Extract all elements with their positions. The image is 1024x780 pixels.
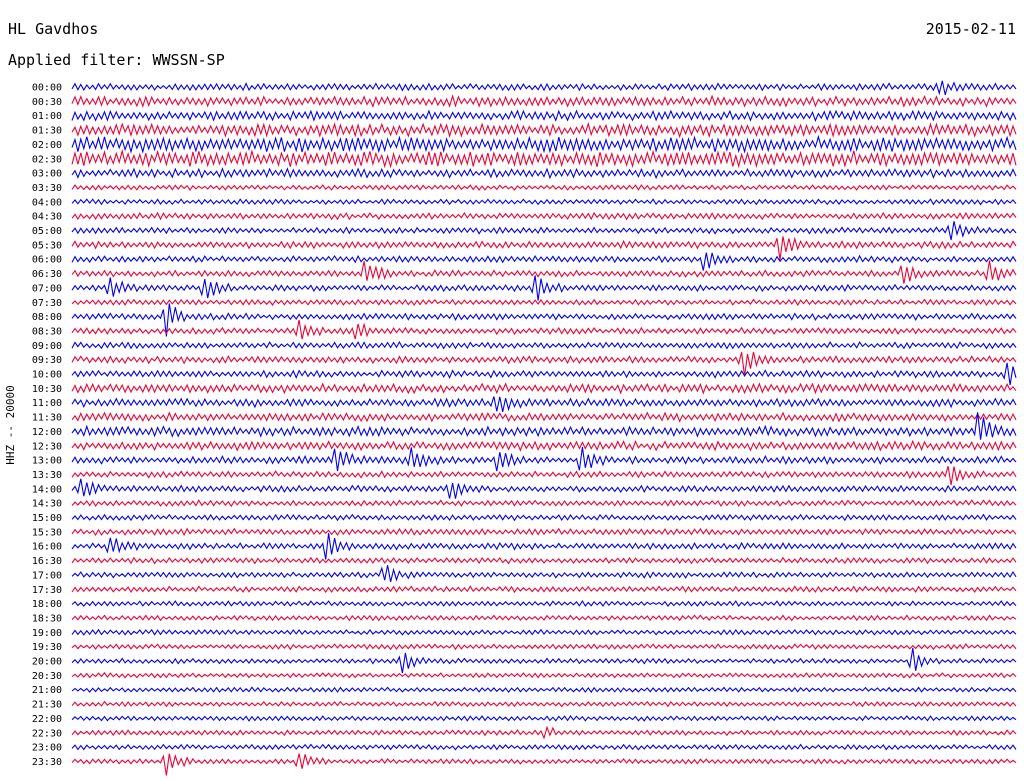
trace-line	[71, 628, 1017, 636]
row-label: 08:30	[32, 326, 62, 337]
y-axis-label-group: HHZ -- 20000	[4, 385, 17, 464]
row-label: 15:00	[32, 513, 62, 524]
trace-line	[71, 527, 1017, 537]
trace-line	[71, 236, 1017, 260]
row-label: 14:00	[32, 484, 62, 495]
trace-line	[71, 643, 1017, 651]
row-label: 18:30	[32, 613, 62, 624]
row-label: 19:30	[32, 642, 62, 653]
trace-line	[71, 80, 1017, 96]
trace-line	[71, 260, 1017, 284]
row-label: 06:30	[32, 269, 62, 280]
row-label: 15:30	[32, 527, 62, 538]
row-label: 09:00	[32, 341, 62, 352]
row-label: 04:30	[32, 212, 62, 223]
trace-line	[71, 447, 1017, 472]
row-label: 08:00	[32, 312, 62, 323]
row-label: 12:00	[32, 427, 62, 438]
trace-line	[71, 686, 1017, 694]
trace-line	[71, 753, 1017, 776]
trace-line	[71, 94, 1017, 108]
trace-line	[71, 466, 1017, 485]
trace-line	[71, 715, 1017, 722]
row-label: 18:00	[32, 599, 62, 610]
row-label: 12:30	[32, 441, 62, 452]
row-label: 04:00	[32, 197, 62, 208]
row-label: 09:30	[32, 355, 62, 366]
trace-line	[71, 134, 1017, 154]
row-label: 10:30	[32, 384, 62, 395]
row-label: 21:30	[32, 700, 62, 711]
trace-line	[71, 221, 1017, 241]
trace-line	[71, 252, 1017, 271]
trace-line	[71, 109, 1017, 122]
row-label: 05:30	[32, 240, 62, 251]
trace-line	[71, 211, 1017, 221]
trace-line	[71, 725, 1017, 740]
trace-line	[71, 565, 1017, 583]
row-label: 17:00	[32, 570, 62, 581]
row-label: 14:30	[32, 499, 62, 510]
trace-line	[71, 411, 1017, 423]
trace-line	[71, 556, 1017, 565]
row-label: 13:30	[32, 470, 62, 481]
row-label: 13:00	[32, 456, 62, 467]
trace-line	[71, 614, 1017, 622]
row-label: 05:00	[32, 226, 62, 237]
trace-line	[71, 499, 1017, 508]
row-label: 01:00	[32, 111, 62, 122]
y-axis-label: HHZ -- 20000	[4, 385, 17, 464]
trace-line	[71, 382, 1017, 395]
trace-line	[71, 599, 1017, 608]
trace-line	[71, 351, 1017, 377]
row-label: 07:00	[32, 283, 62, 294]
trace-line	[71, 700, 1017, 708]
trace-line	[71, 439, 1017, 452]
row-label: 07:30	[32, 298, 62, 309]
row-label: 11:00	[32, 398, 62, 409]
row-label: 23:00	[32, 743, 62, 754]
trace-line	[71, 121, 1017, 139]
trace-line	[71, 412, 1017, 440]
trace-line	[71, 362, 1017, 386]
row-label: 22:30	[32, 728, 62, 739]
trace-line	[71, 585, 1017, 594]
row-label: 23:30	[32, 757, 62, 768]
trace-line	[71, 396, 1017, 413]
trace-line	[71, 647, 1017, 674]
row-label: 22:00	[32, 714, 62, 725]
row-label: 16:30	[32, 556, 62, 567]
trace-line	[71, 184, 1017, 191]
trace-line	[71, 672, 1017, 679]
row-label: 17:30	[32, 585, 62, 596]
row-label: 20:30	[32, 671, 62, 682]
trace-line	[71, 319, 1017, 340]
trace-line	[71, 513, 1017, 522]
seismogram-chart: HHZ -- 20000 00:00 00:30 01:00 01:30 02:00 02…	[4, 80, 1017, 776]
row-label: 06:00	[32, 255, 62, 266]
trace-line	[71, 478, 1017, 499]
trace-line	[71, 167, 1017, 180]
row-label: 11:30	[32, 413, 62, 424]
trace-line	[71, 533, 1017, 560]
row-label: 00:00	[32, 83, 62, 94]
row-label: 02:30	[32, 154, 62, 165]
row-label: 21:00	[32, 685, 62, 696]
trace-line	[71, 298, 1017, 307]
row-label: 03:30	[32, 183, 62, 194]
row-label: 03:00	[32, 169, 62, 180]
row-label: 00:30	[32, 97, 62, 108]
trace-line	[71, 275, 1017, 301]
row-labels: 00:00 00:30 01:00 01:30 02:00 02:30 03:00 03:30…	[32, 83, 62, 768]
trace-line	[71, 340, 1017, 350]
trace-line	[71, 743, 1017, 751]
row-label: 10:00	[32, 370, 62, 381]
trace-group	[71, 80, 1017, 776]
trace-line	[71, 198, 1017, 206]
row-label: 19:00	[32, 628, 62, 639]
row-label: 02:00	[32, 140, 62, 151]
row-label: 01:30	[32, 126, 62, 137]
row-label: 16:00	[32, 542, 62, 553]
row-label: 20:00	[32, 657, 62, 668]
